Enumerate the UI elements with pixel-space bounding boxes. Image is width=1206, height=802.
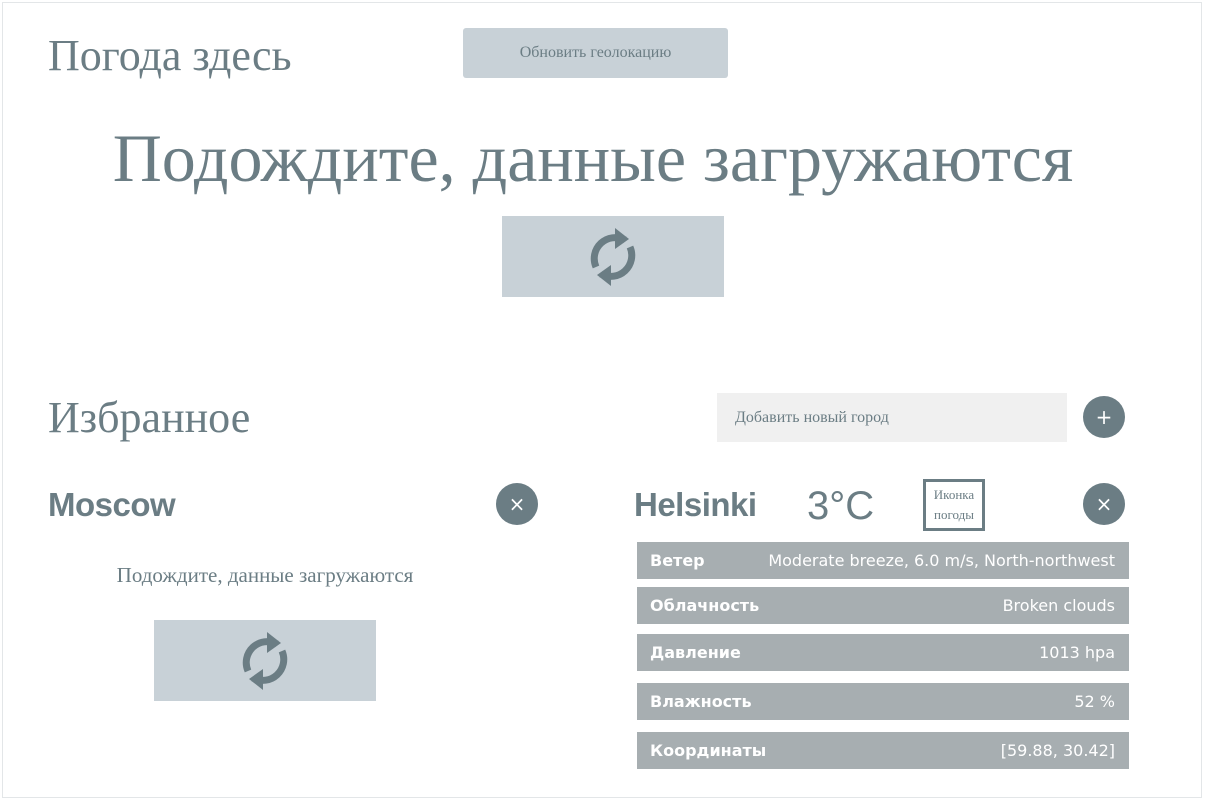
detail-row-pressure: Давление 1013 hpa: [637, 634, 1129, 671]
city-name-helsinki: Helsinki: [634, 486, 757, 523]
detail-value: 1013 hpa: [1039, 643, 1115, 662]
detail-label: Облачность: [650, 596, 760, 615]
moscow-loading-text: Подождите, данные загружаются: [116, 563, 414, 587]
page-title: Погода здесь: [48, 31, 292, 80]
refresh-icon: [242, 631, 288, 690]
remove-moscow-button[interactable]: ×: [496, 483, 538, 525]
detail-label: Ветер: [650, 551, 705, 570]
detail-value: [59.88, 30.42]: [1000, 741, 1115, 760]
detail-row-clouds: Облачность Broken clouds: [637, 587, 1129, 624]
detail-label: Координаты: [650, 741, 767, 760]
add-city-button[interactable]: +: [1083, 396, 1125, 438]
weather-icon: Иконка погоды: [923, 479, 985, 531]
current-loading-text: Подождите, данные загружаются: [112, 120, 1074, 196]
add-city-input[interactable]: [717, 393, 1067, 442]
detail-label: Давление: [650, 643, 741, 662]
detail-row-humidity: Влажность 52 %: [637, 683, 1129, 720]
helsinki-temperature: 3°C: [807, 484, 875, 528]
detail-label: Влажность: [650, 692, 752, 711]
moscow-loader: [154, 620, 376, 701]
city-name-moscow: Moscow: [48, 486, 176, 523]
detail-value: Moderate breeze, 6.0 m/s, North-northwes…: [768, 551, 1115, 570]
weather-icon-alt-text: Иконка погоды: [933, 487, 975, 522]
detail-value: Broken clouds: [1002, 596, 1115, 615]
remove-helsinki-button[interactable]: ×: [1083, 483, 1125, 525]
detail-value: 52 %: [1074, 692, 1115, 711]
detail-row-coordinates: Координаты [59.88, 30.42]: [637, 732, 1129, 769]
update-geolocation-button[interactable]: Обновить геолокацию: [463, 28, 728, 78]
favorites-title: Избранное: [48, 393, 251, 442]
detail-row-wind: Ветер Moderate breeze, 6.0 m/s, North-no…: [637, 542, 1129, 579]
refresh-icon: [590, 227, 636, 286]
current-loader: [502, 216, 724, 297]
